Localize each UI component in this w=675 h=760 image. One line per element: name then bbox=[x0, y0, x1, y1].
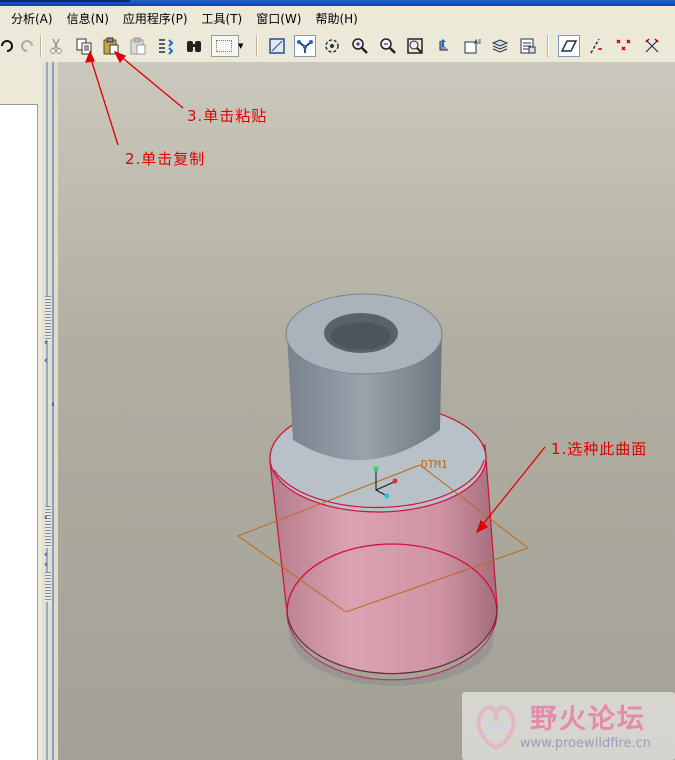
watermark-logo-icon bbox=[476, 705, 516, 751]
datum-label: DTM1 bbox=[421, 458, 448, 471]
model-view: DTM1 bbox=[84, 50, 546, 686]
annotation-step3: 3.单击粘贴 bbox=[187, 107, 268, 125]
watermark: 野火论坛 www.proewildfire.cn bbox=[462, 692, 675, 760]
annotation-step2: 2.单击复制 bbox=[125, 150, 206, 168]
part-model[interactable]: DTM1 bbox=[236, 293, 530, 686]
annotation-step1: 1.选种此曲面 bbox=[551, 440, 648, 458]
watermark-url: www.proewildfire.cn bbox=[520, 736, 651, 751]
watermark-title: 野火论坛 bbox=[530, 704, 646, 735]
